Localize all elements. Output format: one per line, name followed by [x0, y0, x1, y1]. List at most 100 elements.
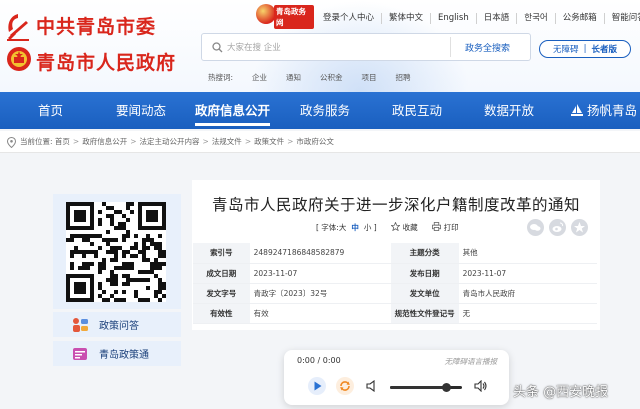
- top-links: 登录个人中心 繁体中文 English 日本語 한국어 公务邮箱 智能问答: [316, 11, 640, 25]
- policy-qa-icon: [73, 317, 88, 332]
- nav-item-gov-info[interactable]: 政府信息公开: [195, 92, 271, 129]
- document-title: 青岛市人民政府关于进一步深化户籍制度改革的通知: [211, 196, 580, 214]
- top-link-korean[interactable]: 한국어: [516, 12, 554, 24]
- policy-pass-icon: [73, 347, 87, 360]
- top-link-mail[interactable]: 公务邮箱: [554, 12, 604, 24]
- hot-word[interactable]: 通知: [286, 72, 301, 83]
- site-header: 中共青岛市委 青岛市人民政府 青岛政务网 qingdao.gov.cn 登录个人…: [0, 0, 640, 92]
- document-tools: [ 字体:大 中 小 ] 收藏 打印: [316, 222, 459, 233]
- breadcrumb-sep: >: [202, 137, 209, 146]
- nav-item-open-data[interactable]: 数据开放: [484, 92, 534, 129]
- nav-item-home[interactable]: 首页: [38, 92, 63, 129]
- search-input[interactable]: [227, 39, 447, 56]
- play-icon: [314, 381, 322, 391]
- meta-key: 规范性文件登记号: [390, 303, 459, 324]
- breadcrumb-sep: >: [287, 137, 294, 146]
- meta-value: 无: [458, 303, 597, 324]
- font-size-label[interactable]: [ 字体:大: [316, 222, 346, 233]
- volume-fill: [390, 386, 447, 389]
- nav-item-yangfan[interactable]: 扬帆青岛: [570, 92, 637, 129]
- audio-hint: 无障碍语言播报: [444, 357, 498, 366]
- site-logo[interactable]: 青岛政务网 qingdao.gov.cn: [256, 4, 315, 29]
- nav-item-news[interactable]: 要闻动态: [116, 92, 166, 129]
- volume-loud-icon[interactable]: [474, 380, 488, 392]
- site-logo-sub: qingdao.gov.cn: [276, 16, 315, 22]
- policy-pass-label: 青岛政策通: [99, 350, 149, 361]
- location-pin-icon: [7, 137, 16, 148]
- breadcrumb-sep: >: [244, 137, 252, 146]
- qzone-share-icon[interactable]: [571, 219, 588, 236]
- accessibility-toggle: 无障碍 | 长者版: [539, 40, 631, 58]
- top-link-user-center[interactable]: 登录个人中心: [316, 13, 381, 24]
- search-box: 政务全搜索: [201, 33, 531, 61]
- wechat-share-icon[interactable]: [527, 219, 544, 236]
- hot-word[interactable]: 企业: [252, 72, 267, 83]
- party-emblem-icon: [7, 14, 29, 41]
- meta-value: 2489247186848582879: [249, 243, 391, 264]
- watermark: 头条 @西安晚报: [513, 385, 609, 400]
- breadcrumb-item[interactable]: 法定主动公开内容: [140, 137, 200, 146]
- volume-icon[interactable]: [366, 380, 378, 392]
- policy-qa-label: 政策问答: [99, 321, 139, 332]
- meta-value: 2023-11-07: [249, 263, 391, 284]
- policy-pass-button[interactable]: 青岛政策通: [53, 341, 181, 366]
- meta-value: 其他: [458, 243, 597, 264]
- font-size-small[interactable]: 小 ]: [364, 222, 377, 233]
- hot-word[interactable]: 公积金: [320, 72, 343, 83]
- top-link-traditional[interactable]: 繁体中文: [381, 12, 430, 24]
- print-button[interactable]: 打印: [431, 222, 459, 233]
- meta-key: 主题分类: [390, 243, 459, 264]
- favorite-button[interactable]: 收藏: [390, 222, 418, 233]
- meta-key: 发文字号: [193, 283, 250, 304]
- font-size-medium[interactable]: 中: [351, 222, 359, 233]
- top-link-smart-qa[interactable]: 智能问答: [603, 12, 640, 24]
- meta-key: 有效性: [193, 303, 250, 324]
- gov-title[interactable]: 青岛市人民政府: [36, 48, 176, 75]
- hot-word[interactable]: 项目: [362, 72, 377, 83]
- meta-value: 2023-11-07: [458, 263, 597, 284]
- print-label: 打印: [443, 223, 459, 232]
- weibo-share-icon[interactable]: [549, 219, 566, 236]
- breadcrumb: 当前位置: 首页 > 政府信息公开 > 法定主动公开内容 > 法规文件 > 政策文件 > 市政府公文: [0, 131, 640, 153]
- meta-key: 发文单位: [390, 283, 459, 304]
- breadcrumb-item[interactable]: 市政府公文: [296, 137, 334, 146]
- elder-version-button[interactable]: 长者版: [591, 43, 617, 55]
- pill-divider: |: [583, 44, 587, 54]
- loop-icon: [340, 381, 350, 391]
- meta-key: 发布日期: [390, 263, 459, 284]
- qr-code-icon[interactable]: [66, 202, 166, 302]
- table-row: 索引号 2489247186848582879 主题分类 其他: [193, 243, 597, 264]
- accessibility-button[interactable]: 无障碍: [553, 43, 579, 55]
- table-row: 有效性 有效 规范性文件登记号 无: [193, 303, 597, 324]
- star-icon: [390, 222, 400, 231]
- meta-value: 青政字〔2023〕32号: [249, 283, 391, 304]
- breadcrumb-label: 当前位置:: [20, 137, 53, 146]
- hot-words: 热搜词: 企业 通知 公积金 项目 招聘: [208, 72, 430, 83]
- top-link-english[interactable]: English: [430, 12, 476, 24]
- top-link-japanese[interactable]: 日本語: [475, 12, 517, 24]
- volume-slider[interactable]: [390, 383, 462, 392]
- nav-item-services[interactable]: 政务服务: [300, 92, 350, 129]
- breadcrumb-item[interactable]: 政府信息公开: [82, 137, 127, 146]
- hot-word[interactable]: 招聘: [396, 72, 411, 83]
- audio-player: 0:00 / 0:00 无障碍语言播报: [284, 350, 509, 405]
- nav-item-interaction[interactable]: 政民互动: [392, 92, 442, 129]
- party-title: 中共青岛市委: [36, 16, 157, 38]
- play-button[interactable]: [308, 377, 326, 395]
- loop-button[interactable]: [336, 377, 354, 395]
- breadcrumb-item[interactable]: 政策文件: [254, 137, 284, 146]
- meta-key: 成文日期: [193, 263, 250, 284]
- breadcrumb-trail: 当前位置: 首页 > 政府信息公开 > 法定主动公开内容 > 法规文件 > 政策文件 > 市政府公文: [20, 136, 334, 147]
- document-meta-table: 索引号 2489247186848582879 主题分类 其他 成文日期 202…: [193, 243, 597, 324]
- breadcrumb-item[interactable]: 首页: [55, 137, 70, 146]
- favorite-label: 收藏: [402, 223, 418, 232]
- search-button[interactable]: 政务全搜索: [450, 37, 524, 57]
- printer-icon: [431, 222, 441, 231]
- volume-knob[interactable]: [441, 383, 451, 392]
- policy-qa-button[interactable]: 政策问答: [53, 312, 181, 337]
- audio-time: 0:00 / 0:00: [297, 356, 341, 365]
- main-nav: 首页 要闻动态 政府信息公开 政务服务 政民互动 数据开放 扬帆青岛: [0, 92, 640, 129]
- breadcrumb-item[interactable]: 法规文件: [212, 137, 242, 146]
- national-emblem-icon: [7, 47, 31, 71]
- meta-value: 有效: [249, 303, 391, 324]
